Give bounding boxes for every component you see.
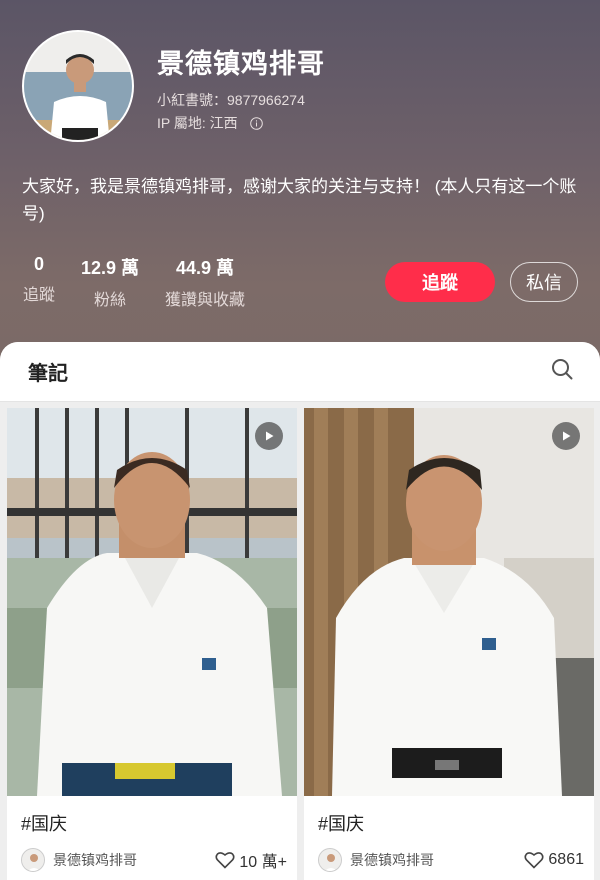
- stat-value: 44.9 萬: [175, 258, 235, 278]
- info-icon[interactable]: [249, 116, 263, 130]
- author-avatar[interactable]: [318, 848, 342, 872]
- stat-followers[interactable]: 12.9 萬 粉絲: [78, 254, 142, 310]
- like-count: 6861: [548, 851, 584, 868]
- red-id: 小紅書號：9877966274: [157, 92, 305, 108]
- video-play-icon: [552, 422, 580, 450]
- note-title: #国庆: [21, 814, 68, 834]
- stat-following[interactable]: 0 追蹤: [22, 254, 56, 305]
- profile-username: 景德镇鸡排哥: [157, 49, 325, 79]
- stat-label: 追蹤: [22, 287, 55, 304]
- like-count: 10 萬+: [239, 854, 287, 871]
- heart-icon: [215, 852, 235, 869]
- follow-button[interactable]: 追蹤: [385, 262, 495, 302]
- note-author-row: 景德镇鸡排哥 10 萬+: [21, 846, 287, 874]
- ip-location-row: IP 屬地: 江西: [157, 113, 263, 133]
- like-button[interactable]: 10 萬+: [215, 848, 287, 872]
- profile-header: 景德镇鸡排哥 小紅書號：9877966274 IP 屬地: 江西 大家好，我是景…: [0, 0, 600, 380]
- author-name[interactable]: 景德镇鸡排哥: [350, 850, 524, 870]
- stat-label: 粉絲: [93, 292, 126, 309]
- stat-value: 0: [33, 254, 44, 274]
- tab-notes[interactable]: 筆記: [28, 357, 68, 386]
- author-name[interactable]: 景德镇鸡排哥: [53, 850, 215, 870]
- notes-tab-bar: 筆記: [0, 342, 600, 402]
- note-author-row: 景德镇鸡排哥 6861: [318, 846, 584, 874]
- note-card[interactable]: #国庆 景德镇鸡排哥 10 萬+: [7, 408, 297, 880]
- stat-label: 獲讚與收藏: [164, 292, 245, 309]
- notes-panel: 筆記 #国庆 景德镇鸡排哥 10 萬+ #国庆 景德镇鸡排哥 6861: [0, 342, 600, 880]
- profile-avatar[interactable]: [22, 30, 134, 142]
- ip-location: IP 屬地: 江西: [157, 115, 238, 131]
- stat-value: 12.9 萬: [80, 258, 140, 278]
- like-button[interactable]: 6861: [524, 851, 584, 869]
- message-button[interactable]: 私信: [510, 262, 578, 302]
- note-thumbnail[interactable]: [304, 408, 594, 796]
- heart-icon: [524, 852, 544, 869]
- profile-bio: 大家好，我是景德镇鸡排哥，感谢大家的关注与支持！ (本人只有这一个账号): [22, 177, 577, 223]
- search-icon[interactable]: [550, 357, 574, 386]
- note-card[interactable]: #国庆 景德镇鸡排哥 6861: [304, 408, 594, 880]
- stat-likes-collections[interactable]: 44.9 萬 獲讚與收藏: [162, 254, 248, 310]
- author-avatar[interactable]: [21, 848, 45, 872]
- video-play-icon: [255, 422, 283, 450]
- note-title: #国庆: [318, 814, 365, 834]
- note-thumbnail[interactable]: [7, 408, 297, 796]
